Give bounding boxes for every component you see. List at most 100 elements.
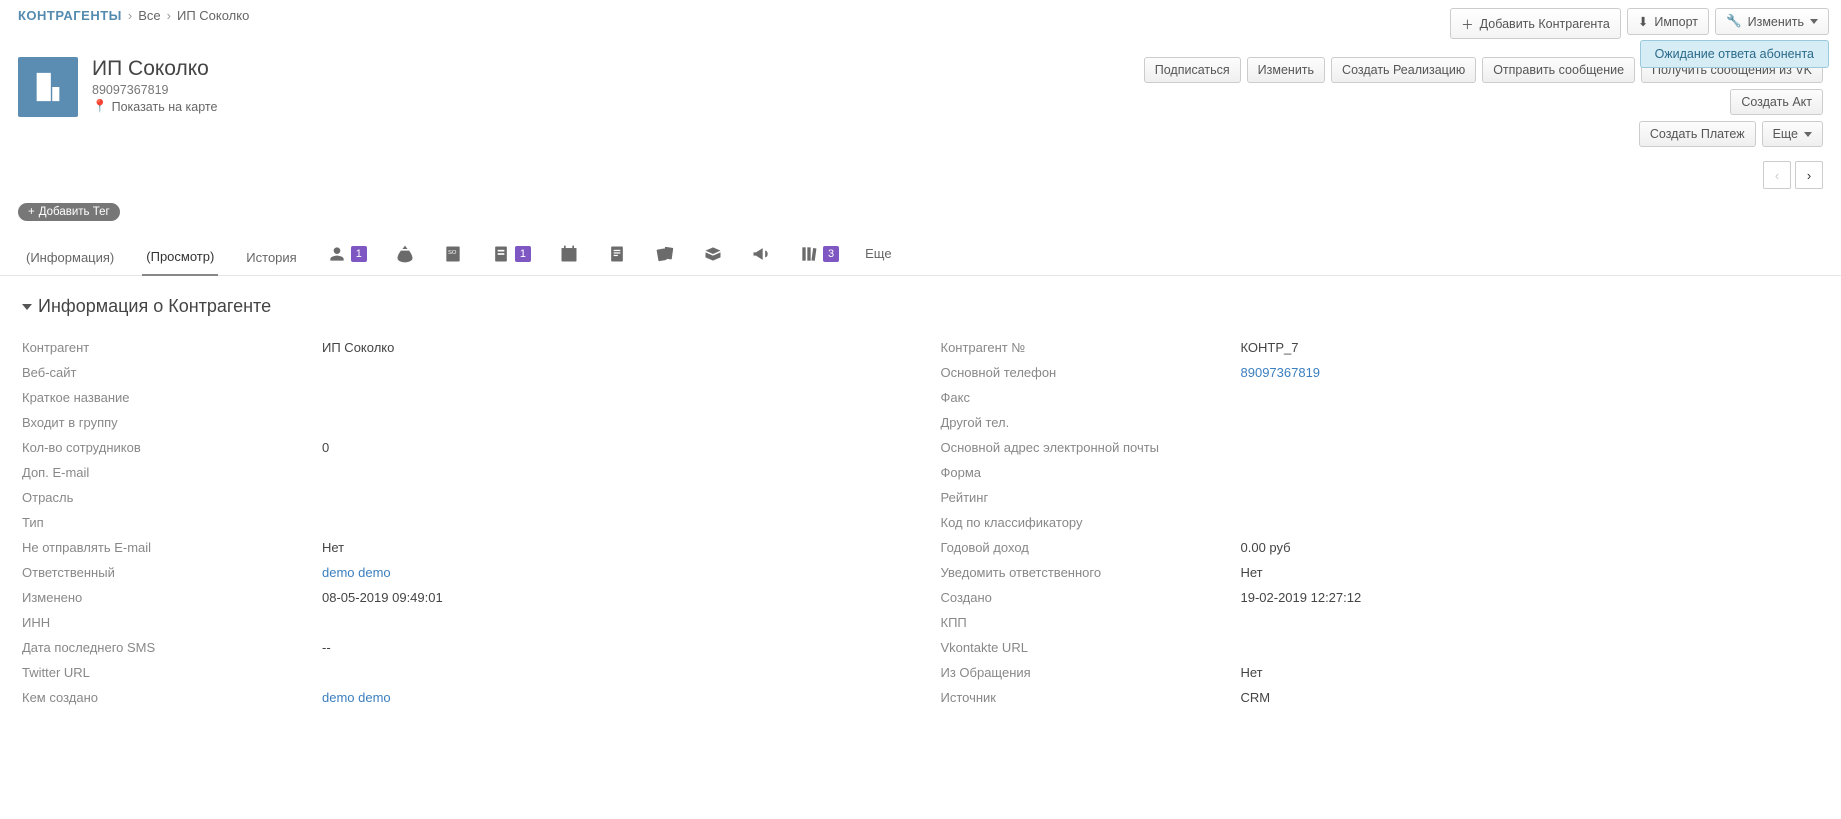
field-row: Дата последнего SMS-- [22, 635, 901, 660]
import-label: Импорт [1654, 15, 1698, 29]
field-label: Код по классификатору [941, 515, 1241, 530]
moneybag-icon [395, 244, 415, 264]
edit-button[interactable]: Изменить [1247, 57, 1325, 83]
tab-money[interactable] [393, 242, 417, 274]
tab-info[interactable]: (Информация) [22, 242, 118, 275]
field-label: Форма [941, 465, 1241, 480]
tab-forms[interactable]: 3 [797, 242, 841, 274]
calendar-icon [559, 244, 579, 264]
tab-view[interactable]: (Просмотр) [142, 241, 218, 276]
field-row: Vkontakte URL [941, 635, 1820, 660]
field-label: ИНН [22, 615, 322, 630]
field-label: Веб-сайт [22, 365, 322, 380]
add-contractor-label: Добавить Контрагента [1480, 17, 1610, 31]
field-row: Из ОбращенияНет [941, 660, 1820, 685]
show-on-map-link[interactable]: 📍 Показать на карте [92, 99, 217, 114]
field-value: ИП Соколко [322, 340, 394, 355]
tab-history[interactable]: История [242, 242, 300, 275]
subscribe-button[interactable]: Подписаться [1144, 57, 1241, 83]
badge: 3 [823, 246, 839, 262]
badge: 1 [515, 246, 531, 262]
field-row: Рейтинг [941, 485, 1820, 510]
field-label: Контрагент № [941, 340, 1241, 355]
tab-more-label: Еще [865, 246, 891, 261]
field-value[interactable]: demo demo [322, 565, 391, 580]
field-row: КонтрагентИП Соколко [22, 335, 901, 360]
field-row: Веб-сайт [22, 360, 901, 385]
books-icon [799, 244, 819, 264]
building-icon [31, 70, 65, 104]
create-sale-button[interactable]: Создать Реализацию [1331, 57, 1476, 83]
field-label: Контрагент [22, 340, 322, 355]
header-phone: 89097367819 [92, 83, 217, 97]
field-row: Форма [941, 460, 1820, 485]
person-icon [327, 244, 347, 264]
note-icon [607, 244, 627, 264]
field-row: Другой тел. [941, 410, 1820, 435]
create-payment-button[interactable]: Создать Платеж [1639, 121, 1756, 147]
box-icon [703, 244, 723, 264]
pin-icon: 📍 [92, 99, 108, 114]
cards-icon [655, 244, 675, 264]
edit-dropdown-button[interactable]: 🔧 Изменить [1715, 8, 1829, 35]
so-icon: SO [443, 244, 463, 264]
section-title[interactable]: Информация о Контрагенте [22, 296, 1819, 317]
more-actions-label: Еще [1773, 127, 1798, 141]
field-value: CRM [1241, 690, 1271, 705]
doc-icon [491, 244, 511, 264]
chevron-right-icon: › [128, 8, 132, 23]
field-row: Ответственныйdemo demo [22, 560, 901, 585]
caret-down-icon [1810, 19, 1818, 24]
add-contractor-button[interactable]: ＋ Добавить Контрагента [1450, 8, 1621, 39]
megaphone-icon [751, 244, 771, 264]
field-value[interactable]: demo demo [322, 690, 391, 705]
field-row: Код по классификатору [941, 510, 1820, 535]
field-label: Vkontakte URL [941, 640, 1241, 655]
tab-so[interactable]: SO [441, 242, 465, 274]
field-label: Доп. E-mail [22, 465, 322, 480]
send-message-button[interactable]: Отправить сообщение [1482, 57, 1635, 83]
badge: 1 [351, 246, 367, 262]
tab-docs[interactable]: 1 [489, 242, 533, 274]
breadcrumb-root[interactable]: КОНТРАГЕНТЫ [18, 8, 122, 23]
field-value: КОНТР_7 [1241, 340, 1299, 355]
field-label: Основной телефон [941, 365, 1241, 380]
tab-cards[interactable] [653, 242, 677, 274]
tab-notes[interactable] [605, 242, 629, 274]
wrench-icon: 🔧 [1726, 14, 1742, 29]
field-value[interactable]: 89097367819 [1241, 365, 1321, 380]
field-value: 08-05-2019 09:49:01 [322, 590, 443, 605]
field-row: Создано19-02-2019 12:27:12 [941, 585, 1820, 610]
tab-more[interactable]: Еще [865, 246, 895, 271]
caret-down-icon [1804, 132, 1812, 137]
section-title-text: Информация о Контрагенте [38, 296, 271, 317]
field-value: -- [322, 640, 331, 655]
field-label: Другой тел. [941, 415, 1241, 430]
tab-calendar[interactable] [557, 242, 581, 274]
field-label: Основной адрес электронной почты [941, 440, 1241, 455]
triangle-down-icon [22, 304, 32, 310]
field-label: Создано [941, 590, 1241, 605]
field-label: Twitter URL [22, 665, 322, 680]
import-button[interactable]: ⬇ Импорт [1627, 8, 1709, 35]
tab-announce[interactable] [749, 242, 773, 274]
create-act-button[interactable]: Создать Акт [1730, 89, 1823, 115]
add-tag-label: Добавить Тег [39, 206, 110, 218]
field-label: Источник [941, 690, 1241, 705]
breadcrumb-all[interactable]: Все [138, 8, 160, 23]
field-row: Отрасль [22, 485, 901, 510]
tab-contacts[interactable]: 1 [325, 242, 369, 274]
notification-toast: Ожидание ответа абонента [1640, 40, 1829, 68]
field-value: Нет [1241, 565, 1263, 580]
chevron-right-icon: › [167, 8, 171, 23]
field-row: Не отправлять E-mailНет [22, 535, 901, 560]
field-value: 0.00 руб [1241, 540, 1291, 555]
field-row: ИНН [22, 610, 901, 635]
field-row: Изменено08-05-2019 09:49:01 [22, 585, 901, 610]
more-actions-button[interactable]: Еще [1762, 121, 1823, 147]
add-tag-button[interactable]: + Добавить Тег [18, 203, 120, 221]
field-row: Входит в группу [22, 410, 901, 435]
tab-box[interactable] [701, 242, 725, 274]
pager-next[interactable]: › [1795, 161, 1823, 189]
field-label: КПП [941, 615, 1241, 630]
